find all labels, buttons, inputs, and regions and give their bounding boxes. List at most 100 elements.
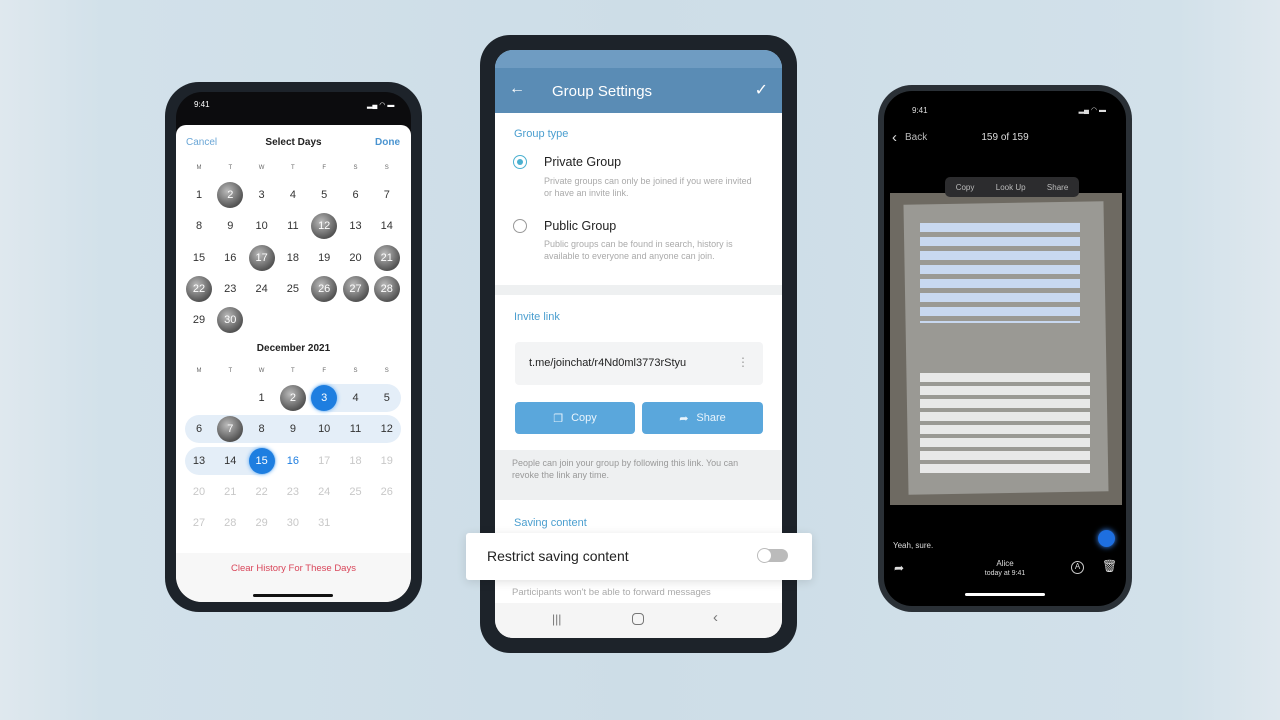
- menu-look-up[interactable]: Look Up: [996, 183, 1026, 192]
- calendar-day[interactable]: 29: [186, 307, 212, 333]
- calendar-day[interactable]: 18: [280, 245, 306, 271]
- done-button[interactable]: Done: [375, 137, 400, 148]
- menu-share[interactable]: Share: [1047, 183, 1068, 192]
- public-group-radio[interactable]: [513, 219, 527, 233]
- restrict-saving-row[interactable]: Restrict saving content: [466, 533, 812, 580]
- photo-caption: Yeah, sure.: [893, 541, 934, 550]
- trash-icon[interactable]: 🗑: [1102, 559, 1117, 573]
- calendar-day[interactable]: 4: [280, 182, 306, 208]
- more-vertical-icon[interactable]: ⋮: [737, 355, 749, 369]
- calendar-day[interactable]: 16: [280, 448, 306, 474]
- calendar-day[interactable]: 17: [248, 244, 275, 271]
- calendar-day[interactable]: 15: [186, 245, 212, 271]
- calendar-day: 24: [318, 485, 331, 498]
- calendar-day[interactable]: 16: [217, 245, 243, 271]
- calendar-day[interactable]: 23: [217, 276, 243, 302]
- status-bar: [495, 50, 782, 68]
- calendar-day[interactable]: 12: [311, 213, 338, 240]
- back-chevron-icon[interactable]: ‹: [713, 609, 718, 626]
- calendar-day[interactable]: 9: [280, 416, 306, 442]
- calendar-day: 30: [286, 517, 300, 530]
- calendar-day[interactable]: 24: [249, 276, 275, 302]
- calendar-day[interactable]: 19: [311, 245, 337, 271]
- divider: [495, 285, 782, 295]
- calendar-day[interactable]: 21: [373, 244, 400, 271]
- calendar-day[interactable]: 14: [217, 448, 243, 474]
- calendar-day[interactable]: 26: [311, 275, 338, 302]
- calendar-day: 31: [318, 517, 331, 530]
- share-label: Share: [696, 412, 726, 424]
- calendar-day[interactable]: 13: [186, 448, 212, 474]
- select-days-sheet: Cancel Select Days Done MTWTFSS123456789…: [176, 125, 411, 602]
- calendar-day[interactable]: 7: [374, 182, 400, 208]
- weekday-label: T: [291, 368, 295, 374]
- weekday-label: S: [384, 368, 389, 374]
- copy-button[interactable]: ❐ Copy: [515, 402, 635, 434]
- calendar-day[interactable]: 6: [343, 182, 369, 208]
- calendar-day[interactable]: 2: [217, 182, 244, 208]
- live-text-icon[interactable]: [1098, 530, 1115, 547]
- phone-calendar: 9:41 ▂▄ ◠ ▬ Cancel Select Days Done MTWT…: [165, 82, 422, 612]
- check-icon[interactable]: ✓: [755, 80, 768, 100]
- calendar-day[interactable]: 11: [343, 416, 369, 442]
- clear-history-button[interactable]: Clear History For These Days: [176, 563, 411, 574]
- calendar-day[interactable]: 9: [217, 213, 243, 239]
- calendar-day[interactable]: 13: [343, 213, 369, 239]
- status-icons: ▂▄ ◠ ▬: [367, 102, 395, 109]
- share-button[interactable]: ➦ Share: [642, 402, 763, 434]
- calendar-day[interactable]: 22: [186, 275, 212, 302]
- calendar-day: 25: [349, 485, 362, 498]
- calendar-screen: 9:41 ▂▄ ◠ ▬ Cancel Select Days Done MTWT…: [176, 92, 411, 602]
- recent-apps-icon[interactable]: |||: [552, 612, 561, 626]
- markup-icon[interactable]: A: [1071, 561, 1084, 574]
- home-icon[interactable]: [632, 613, 644, 625]
- calendar-day: 17: [318, 454, 331, 467]
- public-group-desc: Public groups can be found in search, hi…: [544, 239, 733, 261]
- sender-name: Alice: [996, 559, 1014, 568]
- copy-label: Copy: [571, 412, 597, 424]
- calendar-day[interactable]: 8: [186, 213, 212, 239]
- calendar-day[interactable]: 20: [343, 245, 369, 271]
- calendar-day: 19: [380, 454, 393, 467]
- weekday-label: W: [258, 368, 265, 374]
- photo-notes: [890, 193, 1122, 505]
- private-group-radio[interactable]: [513, 155, 527, 169]
- private-group-desc: Private groups can only be joined if you…: [544, 176, 752, 198]
- weekday-label: T: [291, 165, 295, 171]
- menu-copy[interactable]: Copy: [956, 183, 975, 192]
- restrict-toggle[interactable]: [757, 548, 788, 563]
- calendar-day[interactable]: 14: [374, 213, 400, 239]
- calendar-day[interactable]: 3: [311, 385, 338, 411]
- calendar-day[interactable]: 3: [249, 182, 275, 208]
- calendar-day[interactable]: 1: [249, 385, 275, 411]
- weekday-label: S: [353, 165, 358, 171]
- calendar-day[interactable]: 8: [249, 416, 275, 442]
- calendar-day[interactable]: 15: [248, 447, 275, 474]
- calendar-day[interactable]: 12: [374, 416, 400, 442]
- calendar-day: 21: [224, 485, 237, 498]
- calendar-day[interactable]: 5: [311, 182, 337, 208]
- private-group-label[interactable]: Private Group: [544, 155, 621, 169]
- weekday-label: M: [196, 368, 202, 374]
- public-group-label[interactable]: Public Group: [544, 219, 616, 233]
- calendar-day[interactable]: 27: [342, 275, 369, 302]
- calendar-day[interactable]: 28: [373, 275, 400, 302]
- calendar-day: 23: [286, 485, 300, 498]
- calendar-day[interactable]: 1: [186, 182, 212, 208]
- calendar-day[interactable]: 4: [343, 385, 369, 411]
- calendar-day[interactable]: 11: [280, 213, 306, 239]
- home-indicator: [965, 593, 1045, 596]
- weekday-label: M: [196, 165, 202, 171]
- calendar-day[interactable]: 10: [249, 213, 275, 239]
- calendar-day[interactable]: 25: [280, 276, 306, 302]
- forward-icon[interactable]: ➦: [894, 561, 904, 575]
- calendar-day[interactable]: 2: [279, 385, 306, 411]
- back-arrow-icon[interactable]: ←: [509, 80, 525, 98]
- copy-icon: ❐: [553, 412, 564, 425]
- calendar-day[interactable]: 30: [217, 307, 244, 334]
- status-icons: ▂▄ ◠ ▬: [1078, 107, 1106, 114]
- calendar-day[interactable]: 5: [374, 385, 400, 411]
- invite-link-field[interactable]: t.me/joinchat/r4Nd0ml3773rStyu ⋮: [515, 342, 763, 385]
- calendar-day: 22: [255, 485, 268, 498]
- calendar-day: 28: [224, 517, 237, 530]
